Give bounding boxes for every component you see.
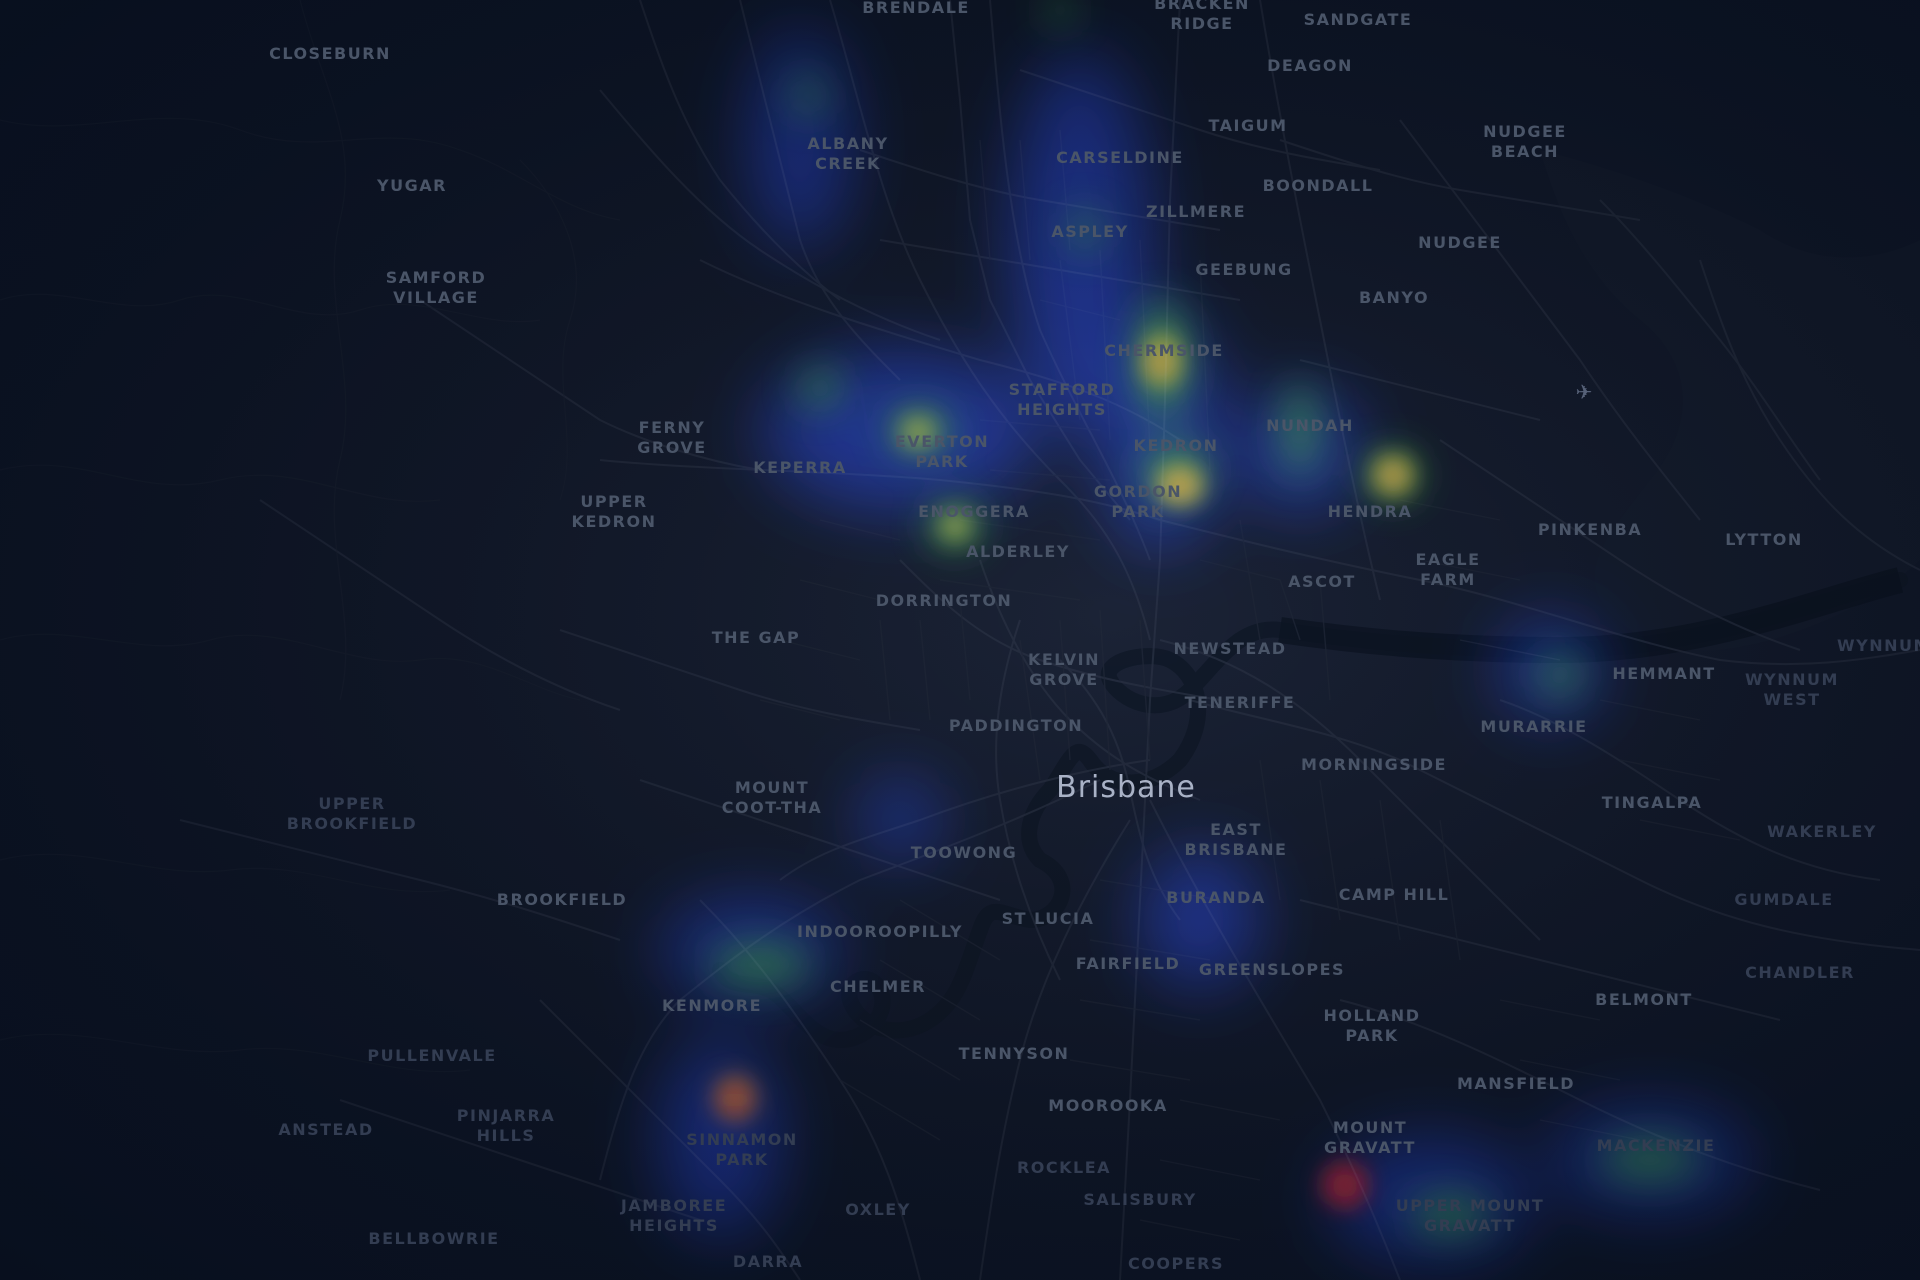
- suburb-label: PULLENVALE: [367, 1046, 497, 1065]
- suburb-label: UPPER BROOKFIELD: [286, 794, 418, 833]
- suburb-label: CARSELDINE: [1056, 148, 1184, 167]
- suburb-label: ENOGGERA: [918, 502, 1030, 521]
- suburb-label: STAFFORD HEIGHTS: [1008, 380, 1116, 419]
- suburb-label: GEEBUNG: [1195, 260, 1293, 279]
- suburb-label: BRACKEN RIDGE: [1154, 0, 1250, 33]
- suburb-label: WAKERLEY: [1767, 822, 1877, 841]
- suburb-label: BELLBOWRIE: [368, 1229, 500, 1248]
- suburb-label: ANSTEAD: [278, 1120, 374, 1139]
- map-canvas[interactable]: BRENDALE BRACKEN RIDGE SANDGATE CLOSEBUR…: [0, 0, 1920, 1280]
- suburb-label: ALBANY CREEK: [807, 134, 889, 173]
- suburb-label: GORDON PARK: [1093, 482, 1183, 521]
- suburb-label: PINKENBA: [1537, 520, 1643, 539]
- suburb-label: ROCKLEA: [1016, 1158, 1112, 1177]
- suburb-label: PADDINGTON: [948, 716, 1084, 735]
- suburb-label: CHELMER: [830, 977, 926, 996]
- suburb-label: BROOKFIELD: [496, 890, 628, 909]
- suburb-label: BANYO: [1358, 288, 1430, 307]
- airplane-icon: ✈: [1575, 380, 1593, 404]
- suburb-label: COOPERS: [1128, 1254, 1224, 1273]
- suburb-label: KENMORE: [662, 996, 762, 1015]
- suburb-label: GUMDALE: [1734, 890, 1834, 909]
- suburb-label: EVERTON PARK: [894, 432, 990, 471]
- map-base: [0, 0, 1920, 1280]
- suburb-label: SALISBURY: [1083, 1190, 1197, 1209]
- suburb-label: BOONDALL: [1262, 176, 1374, 195]
- suburb-label: CAMP HILL: [1338, 885, 1450, 904]
- suburb-label: UPPER MOUNT GRAVATT: [1395, 1196, 1545, 1235]
- suburb-label: TENNYSON: [958, 1044, 1070, 1063]
- suburb-label: THE GAP: [711, 628, 801, 647]
- suburb-label: ALDERLEY: [966, 542, 1070, 561]
- suburb-label: NUNDAH: [1266, 416, 1354, 435]
- suburb-label: NEWSTEAD: [1173, 639, 1287, 658]
- suburb-label: TINGALPA: [1601, 793, 1703, 812]
- suburb-label: ASPLEY: [1051, 222, 1129, 241]
- suburb-label: KELVIN GROVE: [1027, 650, 1101, 689]
- suburb-label: NUDGEE: [1418, 233, 1502, 252]
- suburb-label: ZILLMERE: [1145, 202, 1247, 221]
- suburb-label: TOOWONG: [910, 843, 1018, 862]
- suburb-label: MURARRIE: [1480, 717, 1588, 736]
- suburb-label: BRENDALE: [862, 0, 970, 17]
- suburb-label: CHANDLER: [1745, 963, 1855, 982]
- suburb-label: BELMONT: [1595, 990, 1693, 1009]
- suburb-label: ST LUCIA: [1001, 909, 1095, 928]
- suburb-label: SANDGATE: [1303, 10, 1413, 29]
- suburb-label: BURANDA: [1166, 888, 1266, 907]
- suburb-label: WYNNUM: [1837, 636, 1920, 655]
- suburb-label: TENERIFFE: [1184, 693, 1296, 712]
- suburb-label: FAIRFIELD: [1075, 954, 1181, 973]
- suburb-label: ASCOT: [1288, 572, 1356, 591]
- suburb-label: FERNY GROVE: [637, 418, 707, 457]
- suburb-label: TAIGUM: [1208, 116, 1288, 135]
- suburb-label: KEPERRA: [753, 458, 847, 477]
- suburb-label: WYNNUM WEST: [1745, 670, 1839, 709]
- suburb-label: CHERMSIDE: [1104, 341, 1224, 360]
- suburb-label: MORNINGSIDE: [1301, 755, 1447, 774]
- suburb-label: MOOROOKA: [1048, 1096, 1168, 1115]
- suburb-label: DEAGON: [1267, 56, 1353, 75]
- suburb-label: EAGLE FARM: [1415, 550, 1481, 589]
- suburb-label: MANSFIELD: [1456, 1074, 1576, 1093]
- suburb-label: DARRA: [732, 1252, 804, 1271]
- suburb-label: MACKENZIE: [1596, 1136, 1716, 1155]
- suburb-label: KEDRON: [1133, 436, 1219, 455]
- map-vignette: [0, 0, 1920, 1280]
- suburb-label: HENDRA: [1327, 502, 1413, 521]
- suburb-label: PINJARRA HILLS: [456, 1106, 556, 1145]
- suburb-label: CLOSEBURN: [269, 44, 391, 63]
- suburb-label: YUGAR: [377, 176, 447, 195]
- suburb-label: GREENSLOPES: [1198, 960, 1346, 979]
- suburb-label: OXLEY: [845, 1200, 911, 1219]
- suburb-label: UPPER KEDRON: [571, 492, 657, 531]
- suburb-label: NUDGEE BEACH: [1483, 122, 1567, 161]
- suburb-label: HOLLAND PARK: [1323, 1006, 1421, 1045]
- suburb-label: MOUNT GRAVATT: [1324, 1118, 1416, 1157]
- suburb-label: LYTTON: [1725, 530, 1803, 549]
- suburb-label: EAST BRISBANE: [1184, 820, 1288, 859]
- suburb-label: SAMFORD VILLAGE: [385, 268, 487, 307]
- suburb-label: HEMMANT: [1612, 664, 1716, 683]
- suburb-label: JAMBOREE HEIGHTS: [620, 1196, 728, 1235]
- city-label: Brisbane: [1056, 770, 1196, 805]
- suburb-label: MOUNT COOT-THA: [721, 778, 823, 817]
- suburb-label: SINNAMON PARK: [686, 1130, 798, 1169]
- suburb-label: DORRINGTON: [875, 591, 1013, 610]
- suburb-label: INDOOROOPILLY: [796, 922, 964, 941]
